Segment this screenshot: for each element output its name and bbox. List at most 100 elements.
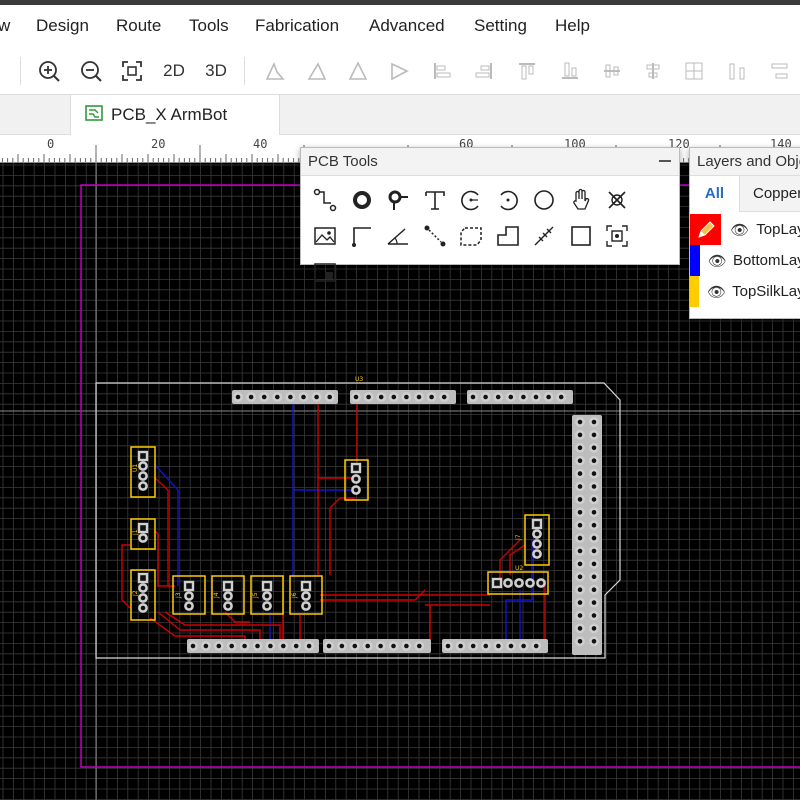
- view-3d-button[interactable]: 3D: [201, 56, 231, 86]
- header-pin[interactable]: [506, 641, 516, 651]
- header-pin[interactable]: [213, 641, 224, 651]
- menu-design[interactable]: Design: [36, 5, 89, 47]
- header-pin[interactable]: [278, 641, 289, 651]
- menu-tools[interactable]: Tools: [189, 5, 229, 47]
- layer-color-swatch[interactable]: [690, 245, 700, 276]
- header-pin[interactable]: [401, 392, 412, 402]
- header-pin[interactable]: [589, 546, 599, 556]
- header-pin[interactable]: [589, 559, 599, 569]
- header-pin[interactable]: [468, 641, 479, 651]
- header-pin[interactable]: [556, 392, 567, 402]
- drc-tool-icon[interactable]: [599, 182, 636, 218]
- square-pad[interactable]: [183, 580, 195, 592]
- header-pin[interactable]: [589, 417, 599, 427]
- header-pin[interactable]: [375, 641, 386, 651]
- header-pin[interactable]: [336, 641, 347, 651]
- hole-tool-icon[interactable]: [599, 218, 636, 254]
- pad[interactable]: [301, 601, 311, 611]
- pad[interactable]: [262, 591, 272, 601]
- fit-view-icon[interactable]: [117, 56, 147, 86]
- header-pin[interactable]: [493, 392, 504, 402]
- view-2d-button[interactable]: 2D: [159, 56, 189, 86]
- zoom-out-icon[interactable]: [76, 56, 106, 86]
- pad-tool-icon[interactable]: [344, 182, 381, 218]
- pad[interactable]: [532, 539, 542, 549]
- square-pad[interactable]: [137, 522, 149, 534]
- line-tool-icon[interactable]: [344, 218, 381, 254]
- pad[interactable]: [262, 601, 272, 611]
- header-pin[interactable]: [518, 392, 529, 402]
- header-pin[interactable]: [589, 442, 599, 453]
- header-pin[interactable]: [272, 392, 283, 402]
- pad[interactable]: [184, 591, 194, 601]
- header-pin[interactable]: [589, 520, 599, 531]
- pad[interactable]: [503, 578, 513, 588]
- header-pin[interactable]: [575, 571, 585, 582]
- pad[interactable]: [223, 591, 233, 601]
- grid-align-icon[interactable]: [679, 56, 709, 86]
- header-pin[interactable]: [439, 392, 450, 402]
- pan-hand-icon[interactable]: [563, 182, 600, 218]
- minimize-icon[interactable]: [659, 160, 671, 162]
- header-pin[interactable]: [200, 641, 211, 651]
- equal-spacing-v-icon[interactable]: [764, 56, 794, 86]
- pad[interactable]: [138, 603, 148, 613]
- image-tool-icon[interactable]: [307, 218, 344, 254]
- header-pin[interactable]: [575, 636, 585, 647]
- pad[interactable]: [223, 601, 233, 611]
- header-pin[interactable]: [589, 533, 599, 543]
- header-pin[interactable]: [575, 494, 585, 505]
- header-pin[interactable]: [589, 597, 599, 608]
- header-pin[interactable]: [401, 641, 412, 651]
- square-pad[interactable]: [137, 572, 149, 584]
- header-pin[interactable]: [575, 417, 585, 427]
- tab-all[interactable]: All: [690, 176, 740, 212]
- header-pin[interactable]: [291, 641, 302, 651]
- header-pin[interactable]: [575, 546, 585, 556]
- header-pin[interactable]: [589, 468, 599, 479]
- header-pin[interactable]: [589, 494, 599, 505]
- square-pad[interactable]: [137, 450, 149, 462]
- header-pin[interactable]: [455, 641, 466, 651]
- header-pin[interactable]: [575, 442, 585, 453]
- header-pin[interactable]: [226, 641, 237, 651]
- header-pin[interactable]: [575, 559, 585, 569]
- header-pin[interactable]: [480, 641, 491, 651]
- arc-alt-tool-icon[interactable]: [490, 182, 527, 218]
- header-pin[interactable]: [575, 507, 585, 518]
- solid-region-tool-icon[interactable]: [453, 218, 490, 254]
- connect-pad-tool-icon[interactable]: [417, 218, 454, 254]
- square-pad[interactable]: [261, 580, 273, 592]
- pad[interactable]: [532, 549, 542, 559]
- menu-advanced[interactable]: Advanced: [369, 5, 445, 47]
- align-hcenter-icon[interactable]: [427, 56, 457, 86]
- component-pads[interactable]: [137, 390, 602, 655]
- pad[interactable]: [138, 481, 148, 491]
- panel-tool-icon[interactable]: [307, 254, 344, 290]
- header-pin[interactable]: [468, 392, 478, 402]
- menu-setting[interactable]: Setting: [474, 5, 527, 47]
- header-pin[interactable]: [285, 392, 296, 402]
- pad[interactable]: [514, 578, 524, 588]
- header-pin[interactable]: [304, 641, 314, 651]
- measure-tool-icon[interactable]: [526, 218, 563, 254]
- header-pin[interactable]: [575, 520, 585, 531]
- layer-color-swatch[interactable]: [690, 214, 722, 245]
- header-pin[interactable]: [589, 623, 599, 634]
- header-pin[interactable]: [252, 641, 263, 651]
- align-bottom-icon[interactable]: [384, 56, 414, 86]
- header-pin[interactable]: [443, 641, 453, 651]
- eye-icon[interactable]: 👁: [708, 252, 727, 270]
- square-pad[interactable]: [531, 518, 543, 530]
- header-pin[interactable]: [575, 429, 585, 440]
- menu-help[interactable]: Help: [555, 5, 590, 47]
- via-tool-icon[interactable]: [380, 182, 417, 218]
- header-pin[interactable]: [575, 468, 585, 479]
- square-pad[interactable]: [222, 580, 234, 592]
- pad[interactable]: [184, 601, 194, 611]
- header-pin[interactable]: [589, 455, 599, 466]
- zoom-in-icon[interactable]: [34, 56, 64, 86]
- header-pin[interactable]: [589, 429, 599, 440]
- header-pin[interactable]: [575, 610, 585, 621]
- header-pin[interactable]: [575, 481, 585, 492]
